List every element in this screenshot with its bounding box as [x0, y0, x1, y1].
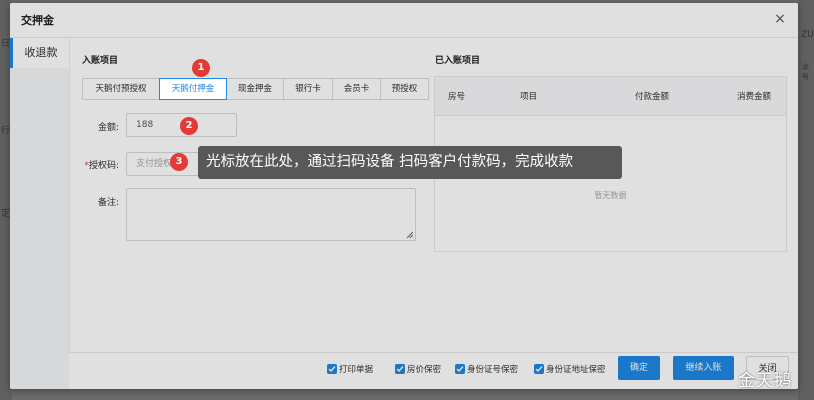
- background-text: ZU: [801, 30, 814, 40]
- checkbox-checked-icon[interactable]: [455, 364, 465, 374]
- background-text: 定: [1, 209, 11, 219]
- watermark-text: 金天鹅: [738, 371, 792, 391]
- tab-preauth[interactable]: 预授权: [380, 78, 429, 100]
- payment-tabs: 天鹅付预授权 天鹅付押金 现金押金 银行卡 会员卡 预授权: [82, 78, 429, 100]
- tab-tianepay-preauth[interactable]: 天鹅付预授权: [82, 78, 160, 100]
- remark-label: 备注:: [97, 198, 119, 208]
- tab-member-card[interactable]: 会员卡: [332, 78, 381, 100]
- checkbox-id-address-confidential[interactable]: 身份证地址保密: [534, 363, 606, 375]
- amount-label: 金额:: [97, 123, 119, 133]
- checkbox-checked-icon[interactable]: [534, 364, 544, 374]
- column-header-room: 房号: [448, 92, 466, 102]
- background-text: 日: [1, 39, 11, 49]
- remark-textarea[interactable]: [126, 188, 416, 241]
- close-icon[interactable]: ×: [772, 11, 788, 27]
- checkbox-label: 打印单据: [339, 365, 374, 375]
- section-title-posting-items: 入账项目: [82, 56, 119, 66]
- background-text: 余号: [802, 63, 809, 81]
- dialog-title: 交押金: [21, 14, 54, 27]
- empty-state-text: 暂无数据: [594, 191, 627, 200]
- tab-tianepay-deposit[interactable]: 天鹅付押金: [159, 78, 227, 100]
- column-header-consumption: 消费金额: [737, 92, 772, 102]
- sidebar-item-refund[interactable]: 收退款: [10, 38, 69, 68]
- continue-posting-button[interactable]: 继续入账: [673, 356, 734, 380]
- step-marker-2: 2: [180, 117, 198, 135]
- tab-bank-card[interactable]: 银行卡: [283, 78, 333, 100]
- step-marker-3: 3: [170, 153, 188, 171]
- checkbox-label: 房价保密: [407, 365, 442, 375]
- step-marker-1: 1: [192, 59, 210, 77]
- checkbox-id-number-confidential[interactable]: 身份证号保密: [455, 363, 518, 375]
- column-header-payment: 付款金额: [635, 92, 670, 102]
- checkbox-print-receipt[interactable]: 打印单据: [327, 363, 373, 375]
- checkbox-label: 身份证地址保密: [546, 365, 606, 375]
- resize-grip-icon[interactable]: [406, 231, 413, 238]
- column-header-item: 项目: [520, 92, 538, 102]
- instruction-tooltip: 光标放在此处，通过扫码设备 扫码客户付款码，完成收款: [198, 146, 622, 179]
- confirm-button[interactable]: 确定: [618, 356, 660, 380]
- deposit-dialog: 交押金 × 收退款 入账项目 已入账项目 天鹅付预授权 天鹅付押金 现金押金 银…: [10, 3, 798, 389]
- dialog-header: 交押金 ×: [10, 3, 798, 38]
- tab-cash-deposit[interactable]: 现金押金: [226, 78, 284, 100]
- background-text: 行: [1, 126, 11, 136]
- table-header: 房号 项目 付款金额 消费金额: [435, 77, 786, 116]
- checkbox-checked-icon[interactable]: [395, 364, 405, 374]
- checkbox-checked-icon[interactable]: [327, 364, 337, 374]
- section-title-posted-items: 已入账项目: [435, 56, 481, 66]
- side-nav: 收退款: [10, 38, 70, 389]
- background-right-edge: [798, 0, 814, 400]
- auth-code-label: *授权码:: [84, 161, 119, 171]
- checkbox-label: 身份证号保密: [467, 365, 519, 375]
- checkbox-room-rate-confidential[interactable]: 房价保密: [395, 363, 441, 375]
